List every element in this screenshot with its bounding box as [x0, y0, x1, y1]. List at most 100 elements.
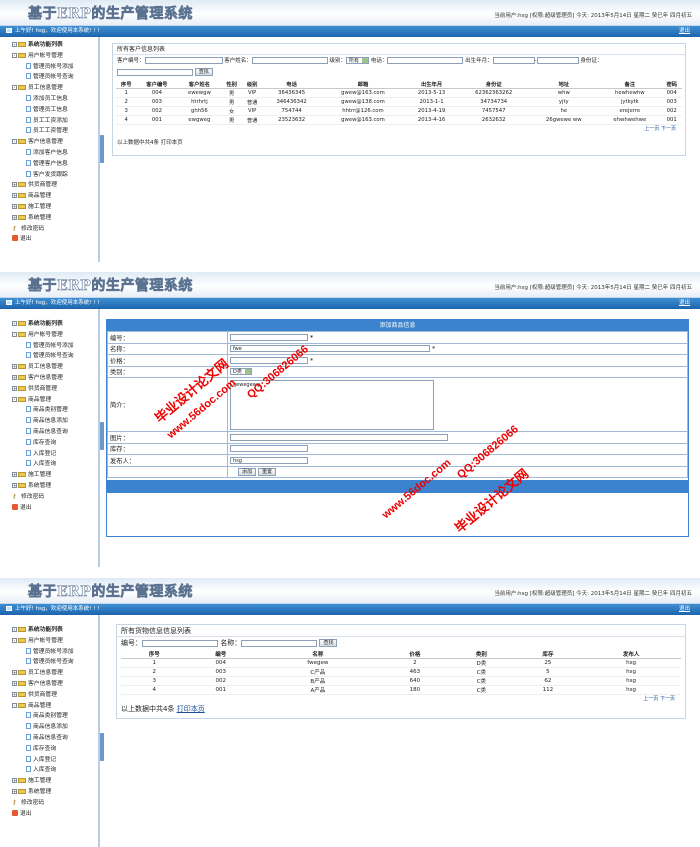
menu-item-change-password[interactable]: ⚷ 修改密码: [12, 492, 98, 503]
menu-item-shipment-track[interactable]: 客户发货跟踪: [12, 170, 98, 181]
name-input[interactable]: fwe: [230, 345, 430, 352]
code-search-input[interactable]: [142, 639, 218, 647]
menu-item-admin-query[interactable]: 管理员帐号查询: [12, 351, 98, 362]
menu-group-goods[interactable]: + 商品管理: [12, 191, 98, 202]
menu-group-supplier[interactable]: + 供货商管理: [12, 180, 98, 191]
folder-icon: [18, 364, 26, 370]
menu-group-construction[interactable]: + 施工管理: [12, 776, 98, 787]
name-search-input[interactable]: [241, 639, 318, 647]
menu-item-goods-add[interactable]: 商品信息添加: [12, 722, 98, 733]
menu-item-staff-add[interactable]: 添加员工信息: [12, 94, 98, 105]
col-header: 编号: [187, 650, 255, 659]
phone-input[interactable]: [387, 57, 464, 64]
menu-item-stock-in[interactable]: 入库登记: [12, 755, 98, 766]
menu-item-exit[interactable]: 退出: [12, 234, 98, 245]
menu-item-goods-add[interactable]: 商品信息添加: [12, 416, 98, 427]
menu-group-account[interactable]: - 用户帐号管理: [12, 51, 98, 62]
customer-no-input[interactable]: [144, 57, 223, 64]
menu-item-goods-query[interactable]: 商品信息查询: [12, 733, 98, 744]
menu-item-stock-in-query[interactable]: 入库查询: [12, 765, 98, 776]
next-page-link[interactable]: 下一页: [661, 126, 676, 132]
table-cell: 004: [661, 88, 682, 98]
screenshot-add-goods: 基于ERP的生产管理系统 当前用户:hsg [权限:超级管理员] 今天: 201…: [0, 272, 700, 567]
print-link[interactable]: 打印本页: [161, 140, 183, 146]
reset-button[interactable]: 重置: [258, 467, 277, 476]
menu-group-supplier[interactable]: + 供货商管理: [12, 384, 98, 395]
menu-item-salary-manage[interactable]: 员工工资管理: [12, 126, 98, 137]
menu-group-system[interactable]: + 系统管理: [12, 213, 98, 224]
menu-item-exit[interactable]: 退出: [12, 503, 98, 514]
folder-icon: [18, 321, 26, 326]
menu-item-exit[interactable]: 退出: [12, 809, 98, 820]
table-cell: ewewgw: [177, 88, 222, 98]
menu-group-goods[interactable]: - 商品管理: [12, 701, 98, 712]
collapse-icon[interactable]: -: [12, 42, 17, 47]
category-select[interactable]: D类: [230, 368, 252, 375]
menu-item-stock-query[interactable]: 库存查询: [12, 744, 98, 755]
menu-group-goods[interactable]: - 商品管理: [12, 395, 98, 406]
menu-group-customer[interactable]: - 客户信息管理: [12, 137, 98, 148]
menu-group-staff[interactable]: - 员工信息管理: [12, 83, 98, 94]
menu-item-goods-query[interactable]: 商品信息查询: [12, 427, 98, 438]
menu-group-staff[interactable]: + 员工信息管理: [12, 362, 98, 373]
table-cell: 2632632: [457, 115, 530, 125]
menu-item-category[interactable]: 商品类别管理: [12, 405, 98, 416]
col-header: 序号: [116, 79, 137, 89]
menu-item-change-password[interactable]: ⚷ 修改密码: [12, 798, 98, 809]
menu-group-account[interactable]: - 用户帐号管理: [12, 330, 98, 341]
goods-table-wrap: 序号 编号 名称 价格 类别 库存 发布人 1 004 fwegew 2 D类 25 hsg 2 003 C产…: [117, 650, 685, 703]
table-cell: ehwhwehwe: [598, 115, 662, 125]
prev-page-link[interactable]: 上一页: [643, 696, 658, 702]
logout-link[interactable]: 退出: [679, 604, 690, 615]
page-icon: [26, 105, 31, 112]
menu-item-admin-query[interactable]: 管理员帐号查询: [12, 72, 98, 83]
idcard-input[interactable]: [117, 68, 193, 76]
table-cell: C类: [448, 676, 515, 686]
menu-item-salary-add[interactable]: 员工工资添加: [12, 116, 98, 127]
menu-group-system[interactable]: + 系统管理: [12, 481, 98, 492]
table-cell: 002: [187, 676, 255, 686]
logout-link[interactable]: 退出: [679, 298, 690, 309]
add-button[interactable]: 添加: [238, 467, 257, 476]
next-page-link[interactable]: 下一页: [660, 696, 675, 702]
level-select[interactable]: 所有: [346, 57, 370, 64]
menu-item-customer-add[interactable]: 添加客户信息: [12, 148, 98, 159]
menu-item-admin-add[interactable]: 管理员帐号添加: [12, 341, 98, 352]
sidebar-toggle-handle[interactable]: [100, 135, 104, 163]
menu-item-stock-in-query[interactable]: 入库查询: [12, 459, 98, 470]
print-link[interactable]: 打印本页: [177, 705, 205, 713]
birth-from-input[interactable]: [492, 57, 535, 64]
table-cell: 女: [221, 106, 242, 116]
image-file-input[interactable]: [230, 433, 448, 441]
menu-group-account[interactable]: - 用户帐号管理: [12, 636, 98, 647]
sidebar-toggle-handle[interactable]: [100, 733, 104, 761]
menu-item-admin-add[interactable]: 管理员帐号添加: [12, 62, 98, 73]
menu-item-stock-query[interactable]: 库存查询: [12, 438, 98, 449]
birth-to-input[interactable]: [536, 57, 579, 64]
prev-page-link[interactable]: 上一页: [644, 126, 659, 132]
code-input[interactable]: [230, 333, 308, 341]
sidebar-toggle-handle[interactable]: [100, 422, 104, 450]
customer-name-input[interactable]: [251, 57, 328, 64]
menu-item-staff-manage[interactable]: 管理员工信息: [12, 105, 98, 116]
menu-group-staff[interactable]: + 员工信息管理: [12, 668, 98, 679]
menu-group-construction[interactable]: + 施工管理: [12, 470, 98, 481]
menu-group-customer[interactable]: + 客户信息管理: [12, 373, 98, 384]
menu-item-admin-add[interactable]: 管理员帐号添加: [12, 647, 98, 658]
menu-item-customer-manage[interactable]: 管理客户信息: [12, 159, 98, 170]
menu-group-construction[interactable]: + 施工管理: [12, 202, 98, 213]
search-button[interactable]: 查找: [319, 639, 338, 647]
stock-input[interactable]: [230, 445, 308, 452]
menu-item-category[interactable]: 商品类别管理: [12, 711, 98, 722]
menu-group-system[interactable]: + 系统管理: [12, 787, 98, 798]
logout-link[interactable]: 退出: [679, 26, 690, 37]
page-icon: [26, 127, 31, 134]
menu-item-change-password[interactable]: ⚷ 修改密码: [12, 224, 98, 235]
search-button[interactable]: 查找: [194, 68, 213, 76]
menu-group-supplier[interactable]: + 供货商管理: [12, 690, 98, 701]
table-cell: 62362363262: [457, 88, 530, 98]
menu-item-stock-in[interactable]: 入库登记: [12, 449, 98, 460]
menu-item-admin-query[interactable]: 管理员帐号查询: [12, 657, 98, 668]
menu-group-customer[interactable]: + 客户信息管理: [12, 679, 98, 690]
publisher-input[interactable]: hsg: [230, 456, 308, 464]
